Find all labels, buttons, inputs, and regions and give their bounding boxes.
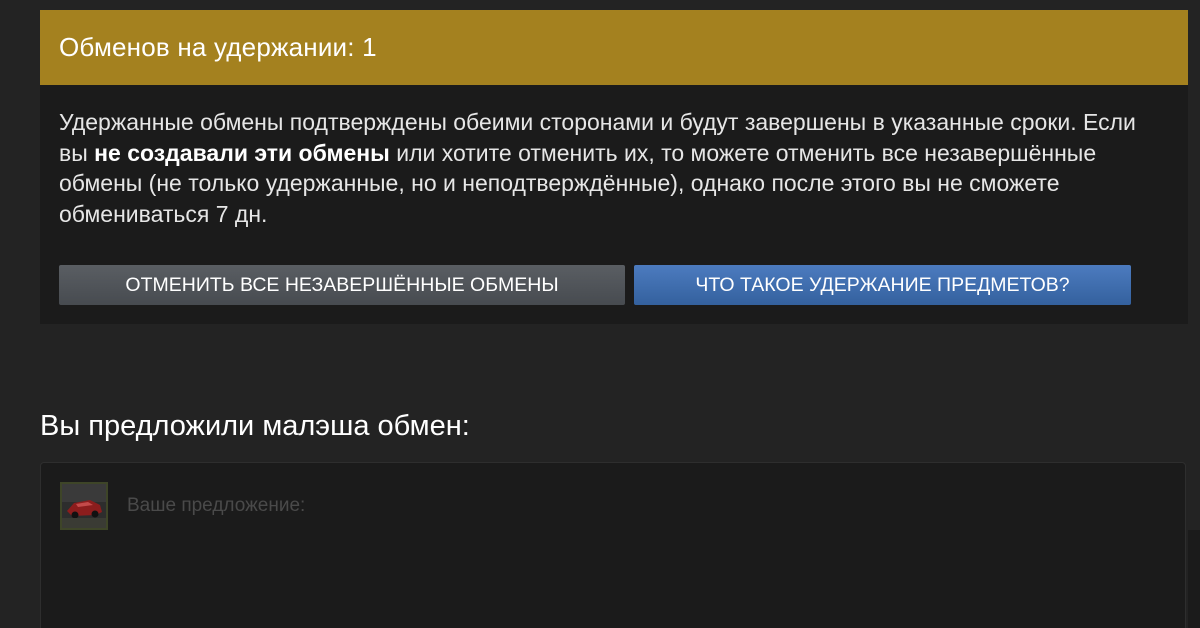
escrow-notice-text-bold: не создавали эти обмены: [94, 139, 390, 166]
escrow-notice-title: Обменов на удержании: 1: [59, 32, 377, 62]
avatar[interactable]: [60, 482, 108, 530]
your-offer-label: Ваше предложение:: [127, 495, 306, 516]
cancel-all-trades-button[interactable]: ОТМЕНИТЬ ВСЕ НЕЗАВЕРШЁННЫЕ ОБМЕНЫ: [59, 265, 625, 305]
trade-offer-heading: Вы предложили малэша обмен:: [40, 410, 470, 442]
avatar-car-icon: [62, 484, 106, 528]
escrow-notice-header: Обменов на удержании: 1: [40, 10, 1188, 85]
what-is-trade-hold-button[interactable]: ЧТО ТАКОЕ УДЕРЖАНИЕ ПРЕДМЕТОВ?: [634, 265, 1131, 305]
trade-offer-box: Ваше предложение:: [40, 462, 1186, 628]
trade-offers-page: Обменов на удержании: 1 Удержанные обмен…: [0, 0, 1200, 628]
escrow-notice-text: Удержанные обмены подтверждены обеими ст…: [59, 107, 1169, 229]
side-panel-edge: [1188, 530, 1200, 628]
escrow-notice-panel: Обменов на удержании: 1 Удержанные обмен…: [40, 10, 1188, 324]
